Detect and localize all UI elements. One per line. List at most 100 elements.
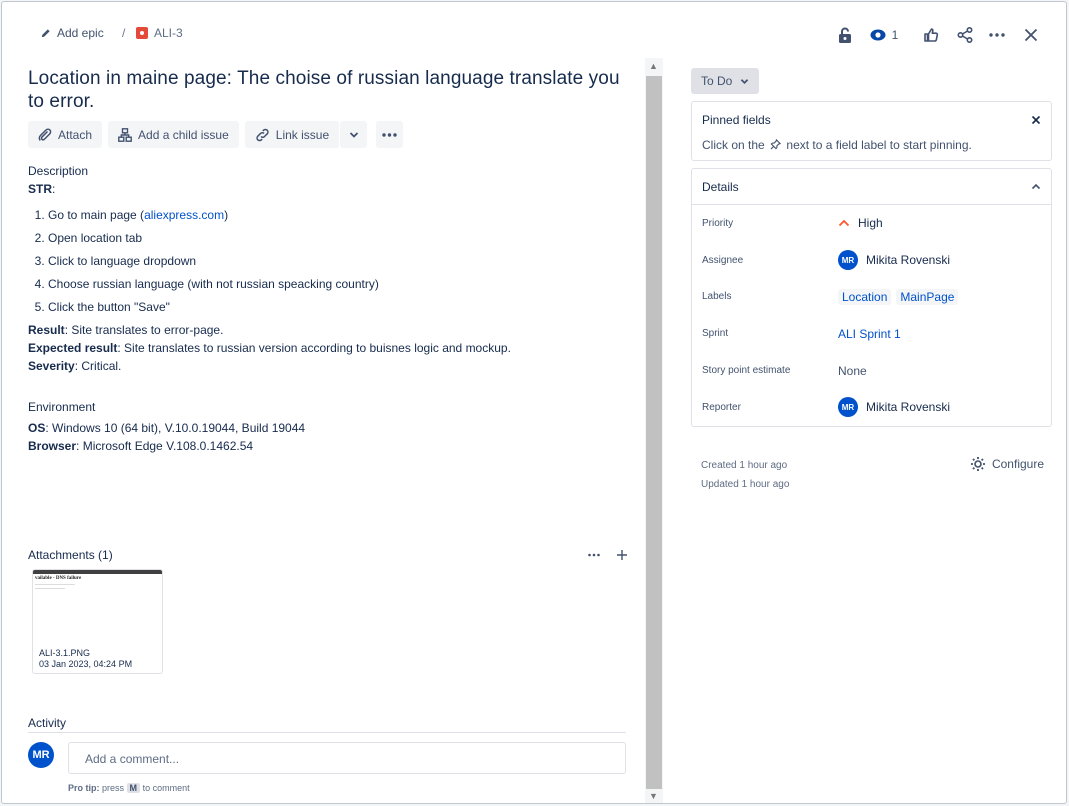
link-issue-dropdown[interactable] xyxy=(340,121,368,148)
watch-button[interactable]: 1 xyxy=(866,24,902,46)
more-toolbar-button[interactable] xyxy=(376,121,404,148)
gear-icon xyxy=(970,457,985,471)
result-label: Result xyxy=(28,323,65,337)
priority-high-icon xyxy=(838,220,850,227)
label-chip[interactable]: Location xyxy=(838,288,892,305)
avatar: MR xyxy=(28,742,54,768)
steps-list: Go to main page (aliexpress.com) Open lo… xyxy=(48,208,638,315)
list-item: Choose russian language (with not russia… xyxy=(48,277,638,292)
details-panel: Details Priority High Assignee MR Mikita… xyxy=(691,168,1052,427)
pinned-fields-title: Pinned fields xyxy=(702,113,771,127)
comment-area: MR Add a comment... Pro tip: press M to … xyxy=(28,742,626,793)
result-text: : Site translates to error-page. xyxy=(64,323,224,337)
os-text: : Windows 10 (64 bit), V.10.0.19044, Bui… xyxy=(45,421,306,435)
os-label: OS xyxy=(28,421,46,435)
scrollbar-thumb[interactable] xyxy=(646,76,662,789)
close-button[interactable] xyxy=(1020,24,1042,46)
configure-label: Configure xyxy=(991,457,1044,471)
step-1-pre: Go to main page ( xyxy=(48,208,145,222)
aliexpress-link[interactable]: aliexpress.com xyxy=(144,208,224,222)
assignee-name: Mikita Rovenski xyxy=(866,253,951,268)
protip-press: press xyxy=(102,783,125,793)
pinned-fields-panel: Pinned fields Click on the next to a fie… xyxy=(691,101,1052,161)
assignee-label: Assignee xyxy=(702,254,744,266)
comment-input[interactable]: Add a comment... xyxy=(68,742,626,774)
avatar: MR xyxy=(838,250,858,271)
priority-row[interactable]: Priority High xyxy=(692,205,1051,242)
attachment-meta: ALI-3.1.PNG 03 Jan 2023, 04:24 PM xyxy=(39,648,132,670)
browser-label: Browser xyxy=(28,439,77,453)
issue-header: Add epic / ALI-3 1 xyxy=(2,2,1066,64)
avatar: MR xyxy=(838,397,858,418)
close-icon[interactable] xyxy=(1031,115,1041,125)
scroll-down-icon[interactable]: ▼ xyxy=(649,791,658,801)
issue-toolbar: Attach Add a child issue Link issue xyxy=(28,121,638,148)
issue-sidebar: To Do Pinned fields Click on the next to… xyxy=(691,68,1052,490)
details-title: Details xyxy=(702,179,739,194)
chevron-down-icon xyxy=(741,78,749,84)
pinned-fields-header: Pinned fields xyxy=(692,102,1051,138)
paperclip-icon xyxy=(38,127,52,141)
attachments-header: Attachments (1) xyxy=(28,548,628,562)
sprint-row[interactable]: Sprint ALI Sprint 1 xyxy=(692,315,1051,352)
link-issue-button[interactable]: Link issue xyxy=(244,121,340,148)
add-child-label: Add a child issue xyxy=(138,127,229,142)
scrollbar[interactable]: ▲ ▼ xyxy=(645,58,663,803)
assignee-row[interactable]: Assignee MR Mikita Rovenski xyxy=(692,242,1051,279)
step-1-post: ) xyxy=(224,208,229,222)
pin-icon xyxy=(770,138,782,150)
link-issue-label: Link issue xyxy=(275,127,330,142)
more-actions-button[interactable] xyxy=(986,24,1008,46)
more-icon[interactable] xyxy=(588,553,600,557)
issue-modal: Add epic / ALI-3 1 Location in maine pag… xyxy=(1,1,1067,804)
issue-key-link[interactable]: ALI-3 xyxy=(136,26,183,40)
list-item: Open location tab xyxy=(48,231,638,246)
add-epic-label: Add epic xyxy=(57,26,104,40)
details-header[interactable]: Details xyxy=(692,169,1051,205)
configure-button[interactable]: Configure xyxy=(970,456,1044,472)
lock-button[interactable] xyxy=(834,24,856,46)
attachments-title: Attachments (1) xyxy=(28,548,113,562)
description-label: Description xyxy=(28,164,89,178)
story-points-label: Story point estimate xyxy=(702,365,791,377)
pinned-fields-hint: Click on the next to a field label to st… xyxy=(692,138,1051,160)
more-icon xyxy=(989,33,1005,37)
timestamps: Created 1 hour ago Updated 1 hour ago xyxy=(701,456,789,494)
status-dropdown[interactable]: To Do xyxy=(691,68,760,94)
labels-row[interactable]: Labels Location MainPage xyxy=(692,279,1051,316)
thumbnail-bar xyxy=(33,570,162,574)
created-time: Created 1 hour ago xyxy=(701,460,788,471)
thumbnail-line xyxy=(35,588,65,589)
issue-summary[interactable]: Location in maine page: The choise of ru… xyxy=(28,67,638,113)
chevron-up-icon xyxy=(1031,183,1041,190)
close-icon xyxy=(1024,28,1038,42)
sprint-label: Sprint xyxy=(702,328,729,340)
chevron-down-icon xyxy=(349,131,358,138)
description-body[interactable]: STR: Go to main page (aliexpress.com) Op… xyxy=(28,182,638,453)
vote-button[interactable] xyxy=(920,24,942,46)
label-chip[interactable]: MainPage xyxy=(896,288,959,305)
attach-button[interactable]: Attach xyxy=(28,121,103,148)
pinned-text-after: next to a field label to start pinning. xyxy=(786,138,972,152)
story-points-row[interactable]: Story point estimate None xyxy=(692,352,1051,389)
share-button[interactable] xyxy=(954,24,976,46)
scroll-up-icon[interactable]: ▲ xyxy=(649,61,658,71)
environment-label: Environment xyxy=(28,400,96,414)
severity-label: Severity xyxy=(28,359,75,373)
reporter-row[interactable]: Reporter MR Mikita Rovenski xyxy=(692,389,1051,426)
str-label: STR xyxy=(28,182,52,196)
pro-tip: Pro tip: press M to comment xyxy=(68,783,190,793)
attachment-card[interactable]: vailable - DNS failure ALI-3.1.PNG 03 Ja… xyxy=(32,569,163,674)
expected-label: Expected result xyxy=(28,341,118,355)
add-epic-button[interactable]: Add epic xyxy=(40,26,104,40)
add-child-issue-button[interactable]: Add a child issue xyxy=(108,121,239,148)
more-icon xyxy=(382,132,397,137)
expected-text: : Site translates to russian version acc… xyxy=(117,341,511,355)
list-item: Click the button "Save" xyxy=(48,300,638,315)
story-points-value: None xyxy=(838,363,867,378)
attachment-filename: ALI-3.1.PNG xyxy=(39,648,91,658)
hierarchy-icon xyxy=(118,127,132,142)
sprint-link[interactable]: ALI Sprint 1 xyxy=(838,327,901,341)
plus-icon[interactable] xyxy=(616,549,628,561)
pinned-text-before: Click on the xyxy=(702,138,765,152)
